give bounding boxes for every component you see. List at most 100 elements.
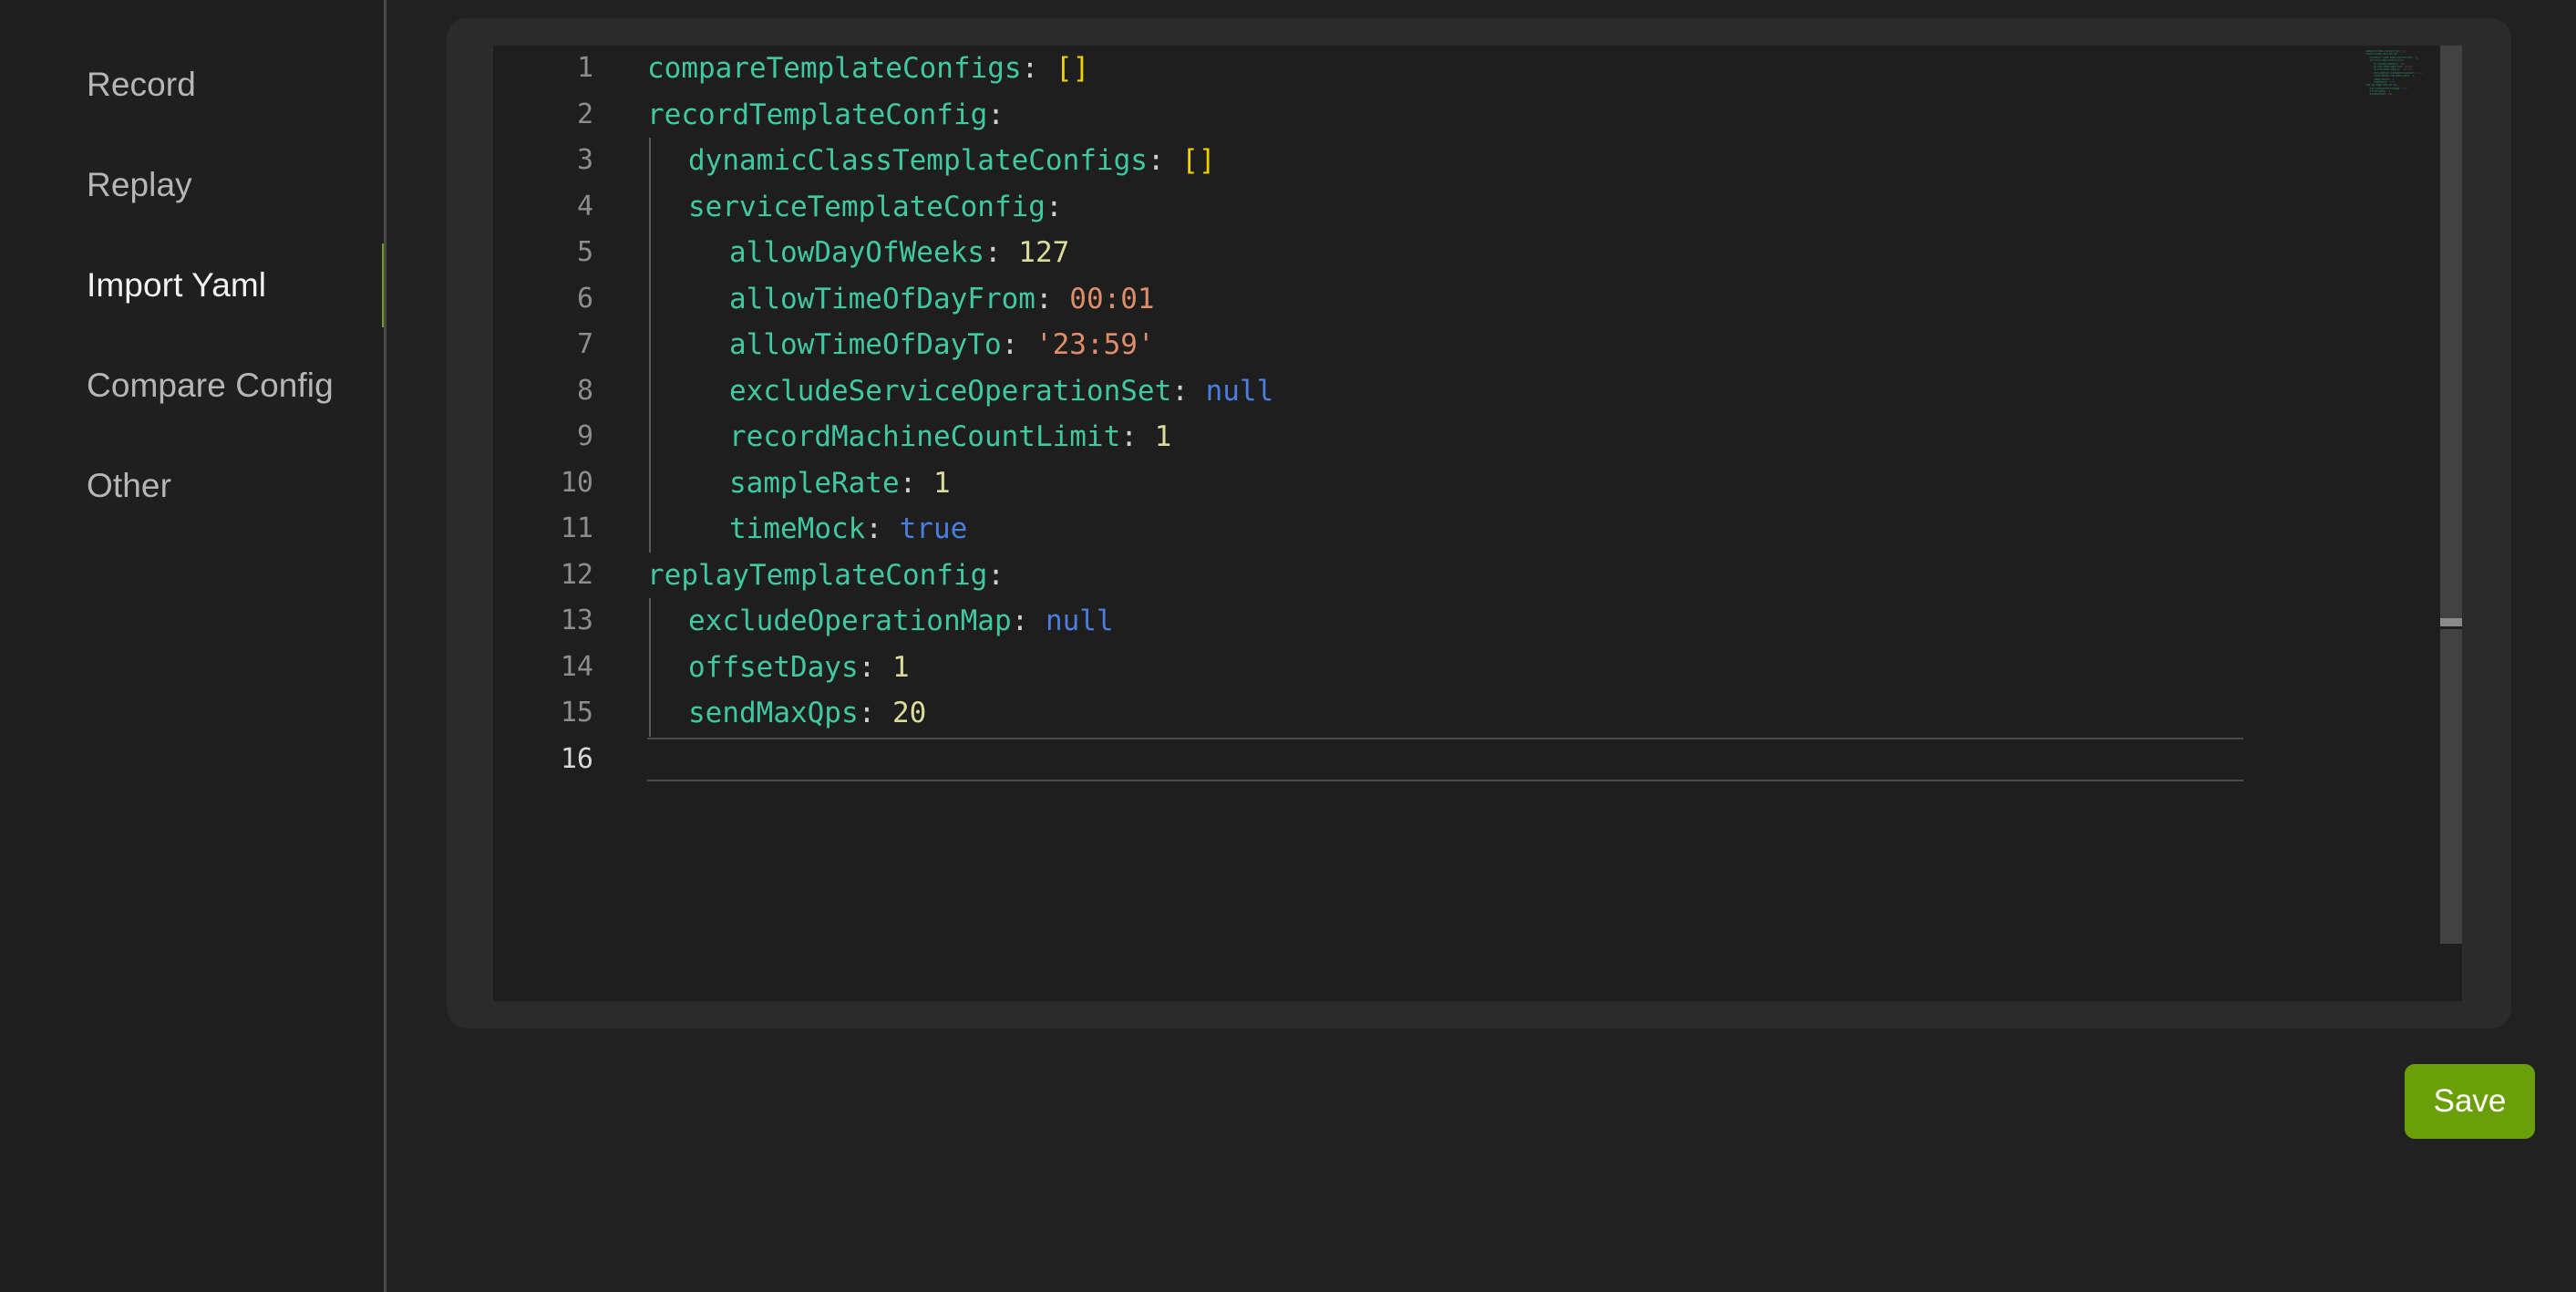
code-line[interactable]: 2 recordTemplateConfig:	[493, 92, 2462, 139]
token-punc: :	[1120, 420, 1155, 453]
main-content: 1 compareTemplateConfigs: [] 2 recordTempla…	[386, 0, 2576, 1292]
token-key: compareTemplateConfigs	[647, 52, 1022, 85]
token-punc: :	[858, 697, 892, 729]
sidebar-item-label: Compare Config	[87, 366, 334, 404]
token-key: excludeServiceOperationSet	[729, 374, 1172, 408]
token-key: sampleRate	[729, 466, 900, 500]
code-text: compareTemplateConfigs: []	[647, 46, 1089, 92]
token-key: offsetDays	[688, 650, 859, 684]
token-punc: :	[1001, 328, 1036, 361]
token-brk: []	[1181, 144, 1216, 177]
token-punc: :	[1021, 52, 1056, 85]
token-key: recordMachineCountLimit	[729, 420, 1121, 453]
token-punc: :	[865, 512, 900, 545]
token-bool: null	[1045, 605, 1114, 637]
code-text: sendMaxQps: 20	[647, 690, 926, 737]
token-key: replayTemplateConfig	[647, 558, 988, 592]
token-punc: :	[1171, 374, 1206, 408]
token-key: allowDayOfWeeks	[729, 236, 984, 269]
code-line[interactable]: 15 sendMaxQps: 20	[493, 690, 2462, 737]
token-str: 00:01	[1069, 282, 1155, 315]
token-brk: []	[1055, 52, 1090, 85]
code-text: offsetDays: 1	[647, 645, 910, 691]
code-line[interactable]: 3 dynamicClassTemplateConfigs: []	[493, 138, 2462, 184]
minimap-token: 20	[2388, 93, 2392, 97]
token-key: allowTimeOfDayFrom	[729, 282, 1036, 315]
indent-guide	[649, 138, 651, 553]
code-line[interactable]: 1 compareTemplateConfigs: []	[493, 46, 2462, 92]
code-line[interactable]: 8 excludeServiceOperationSet: null	[493, 368, 2462, 415]
minimap-token: []	[2415, 56, 2418, 59]
token-key: allowTimeOfDayTo	[729, 328, 1002, 361]
code-text: excludeOperationMap: null	[647, 598, 1114, 645]
sidebar-item-label: Import Yaml	[87, 265, 267, 304]
sidebar-item-import-yaml[interactable]: Import Yaml	[0, 235, 386, 336]
token-key: serviceTemplateConfig	[688, 190, 1046, 223]
minimap-token: null	[2402, 87, 2409, 90]
indent-guide	[649, 598, 651, 737]
scrollbar-thumb-lower[interactable]	[2440, 629, 2462, 944]
sidebar-item-other[interactable]: Other	[0, 436, 386, 536]
token-num: 127	[1018, 236, 1070, 269]
minimap-token: 1	[2412, 75, 2415, 78]
code-line[interactable]: 14 offsetDays: 1	[493, 645, 2462, 691]
sidebar-item-label: Replay	[87, 165, 192, 203]
token-num: 1	[933, 466, 951, 500]
token-num: 20	[891, 697, 927, 729]
minimap-token: null	[2416, 71, 2424, 75]
scrollbar-position-marker	[2440, 618, 2462, 626]
line-number: 2	[576, 98, 593, 130]
token-str: '23:59'	[1035, 328, 1155, 361]
minimap-line	[2365, 97, 2440, 99]
code-text: allowDayOfWeeks: 127	[647, 230, 1069, 276]
scrollbar-thumb-upper[interactable]	[2440, 46, 2462, 618]
line-number: 8	[576, 374, 593, 407]
line-number: 13	[560, 605, 593, 636]
line-number: 12	[560, 558, 593, 591]
code-text: excludeServiceOperationSet: null	[647, 368, 1273, 415]
editor-vertical-scrollbar[interactable]	[2440, 46, 2462, 1001]
sidebar-nav: Record Replay Import Yaml Compare Config…	[0, 0, 386, 1292]
line-number: 14	[560, 650, 593, 683]
code-line[interactable]: 9 recordMachineCountLimit: 1	[493, 414, 2462, 460]
code-line[interactable]: 10 sampleRate: 1	[493, 460, 2462, 507]
token-punc: :	[984, 236, 1019, 269]
line-number: 16	[560, 742, 593, 775]
code-line[interactable]: 13 excludeOperationMap: null	[493, 598, 2462, 645]
token-punc: :	[1147, 144, 1182, 177]
code-line[interactable]: 16	[493, 737, 2462, 783]
import-yaml-page: Record Replay Import Yaml Compare Config…	[0, 0, 2576, 1292]
line-number: 3	[576, 144, 593, 176]
token-key: dynamicClassTemplateConfigs	[688, 144, 1148, 177]
editor-minimap[interactable]: compareTemplateConfigs: [] recordTemplate…	[2365, 46, 2440, 1001]
code-line[interactable]: 7 allowTimeOfDayTo: '23:59'	[493, 322, 2462, 368]
line-number: 9	[576, 420, 593, 452]
code-line[interactable]: 11 timeMock: true	[493, 506, 2462, 553]
code-text: recordTemplateConfig:	[647, 92, 1005, 139]
code-lines-container[interactable]: 1 compareTemplateConfigs: [] 2 recordTempla…	[493, 46, 2462, 1001]
code-text: allowTimeOfDayFrom: 00:01	[647, 276, 1155, 323]
line-number: 6	[576, 282, 593, 315]
code-line[interactable]: 5 allowDayOfWeeks: 127	[493, 230, 2462, 276]
sidebar-item-record[interactable]: Record	[0, 35, 386, 135]
sidebar-item-compare-config[interactable]: Compare Config	[0, 336, 386, 436]
token-punc: :	[987, 558, 1005, 592]
token-punc: :	[899, 466, 933, 500]
code-line[interactable]: 4 serviceTemplateConfig:	[493, 184, 2462, 231]
save-button[interactable]: Save	[2405, 1064, 2535, 1139]
code-text: timeMock: true	[647, 506, 967, 553]
code-line[interactable]: 6 allowTimeOfDayFrom: 00:01	[493, 276, 2462, 323]
sidebar-item-replay[interactable]: Replay	[0, 135, 386, 235]
token-punc: :	[1011, 605, 1046, 637]
line-number: 4	[576, 190, 593, 222]
code-line[interactable]: 12 replayTemplateConfig:	[493, 553, 2462, 599]
code-text: serviceTemplateConfig:	[647, 184, 1063, 231]
line-number: 7	[576, 328, 593, 360]
token-punc: :	[1035, 282, 1070, 315]
code-text: dynamicClassTemplateConfigs: []	[647, 138, 1216, 184]
token-num: 1	[1154, 420, 1172, 453]
minimap-token: sendMaxQps	[2369, 93, 2385, 97]
code-editor[interactable]: 1 compareTemplateConfigs: [] 2 recordTempla…	[493, 46, 2462, 1001]
line-number: 11	[560, 512, 593, 544]
token-key: excludeOperationMap	[688, 605, 1012, 637]
